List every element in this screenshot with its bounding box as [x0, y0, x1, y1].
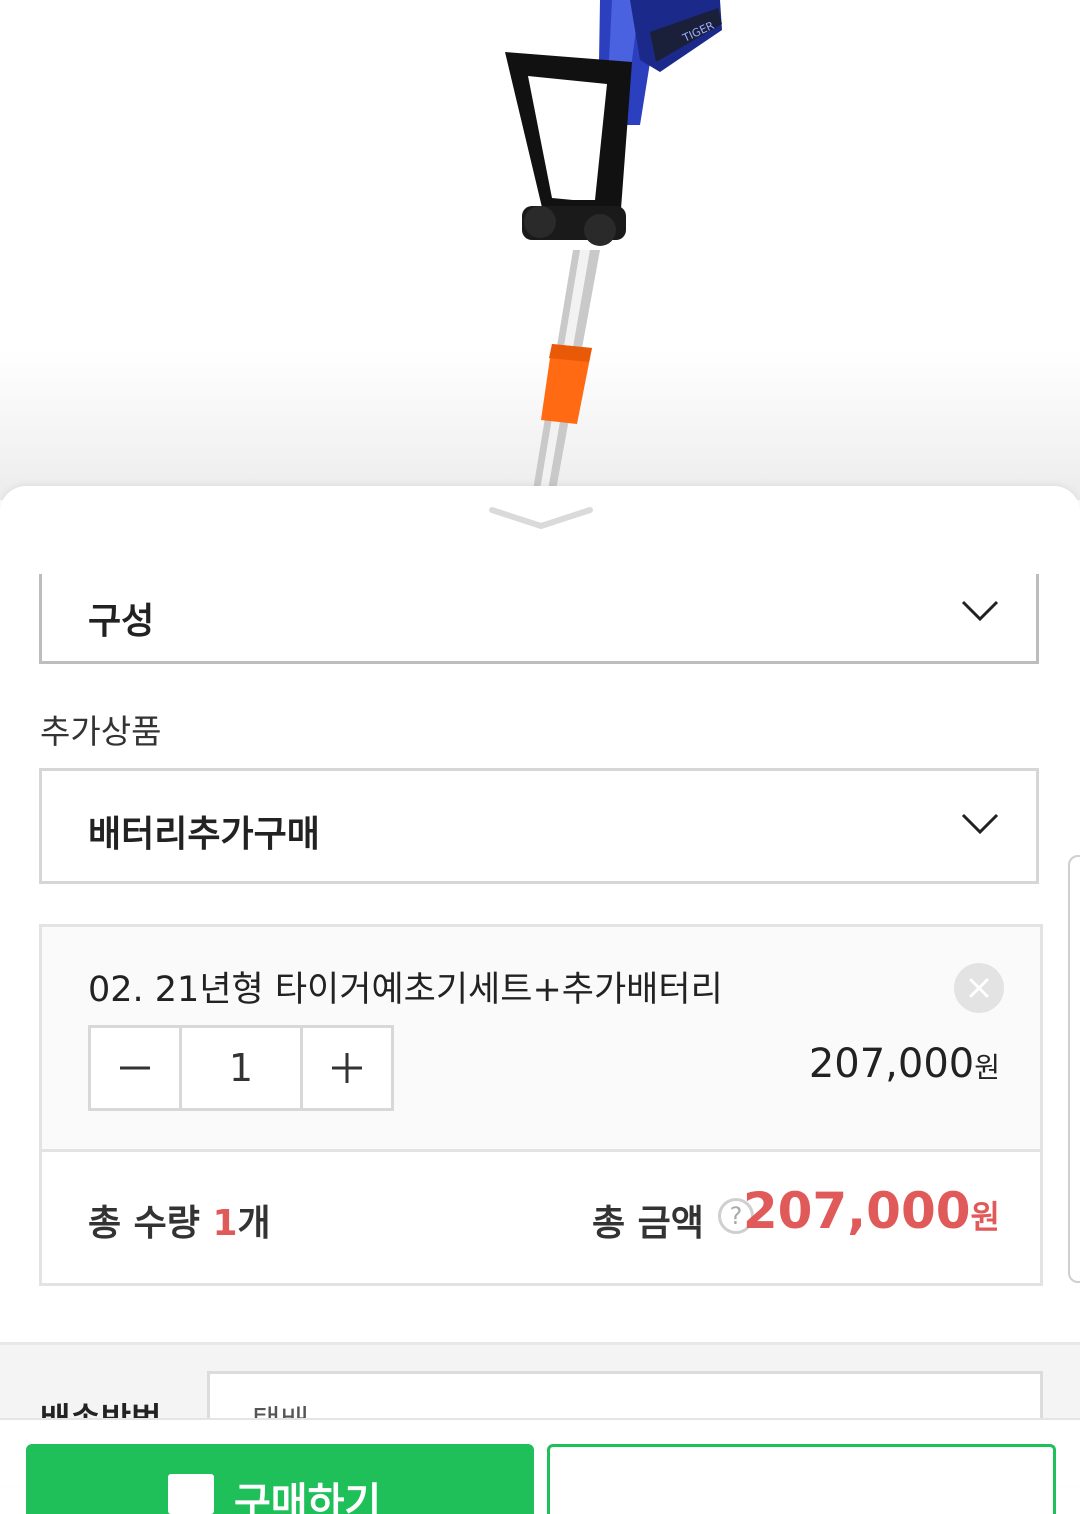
selected-item-card: 02. 21년형 타이거예초기세트+추가배터리 1 207,000원 총 수량 …	[39, 924, 1043, 1286]
secondary-action-button[interactable]	[547, 1444, 1056, 1514]
total-qty-suffix: 개	[237, 1203, 271, 1244]
total-quantity: 총 수량 1개	[88, 1194, 271, 1246]
total-amount-label: 총 금액	[592, 1203, 704, 1244]
product-image: TIGER	[0, 0, 1080, 500]
plus-icon	[332, 1053, 362, 1083]
buy-icon	[168, 1474, 214, 1514]
side-scroll-handle[interactable]	[1068, 855, 1080, 1283]
item-price-unit: 원	[974, 1051, 1000, 1084]
item-price-value: 207,000	[808, 1041, 975, 1087]
total-qty-prefix: 총 수량	[88, 1203, 213, 1244]
config-select-label: 구성	[88, 601, 155, 642]
sheet-collapse-handle-icon[interactable]	[488, 504, 594, 532]
addon-select-label: 배터리추가구매	[88, 814, 320, 855]
bottom-action-bar: 구매하기	[0, 1418, 1080, 1514]
totals-row: 총 수량 1개 총 금액 ? 207,000원	[42, 1152, 1040, 1283]
decrease-quantity-button[interactable]	[91, 1028, 179, 1108]
chevron-down-icon	[961, 600, 999, 622]
chevron-down-icon	[961, 813, 999, 835]
selected-item-name: 02. 21년형 타이거예초기세트+추가배터리	[88, 970, 723, 1010]
increase-quantity-button[interactable]	[303, 1028, 391, 1108]
buy-button-label: 구매하기	[234, 1480, 382, 1514]
grass-trimmer-illustration: TIGER	[505, 0, 722, 490]
close-icon	[969, 978, 989, 998]
total-amount-value: 207,000	[742, 1182, 971, 1240]
minus-icon	[120, 1066, 150, 1070]
buy-button[interactable]: 구매하기	[26, 1444, 534, 1514]
item-price: 207,000원	[809, 1041, 1000, 1087]
quantity-value[interactable]: 1	[179, 1028, 303, 1108]
total-amount: 207,000원	[743, 1182, 1000, 1240]
config-select[interactable]: 구성	[39, 574, 1039, 664]
remove-item-button[interactable]	[954, 963, 1004, 1013]
quantity-stepper: 1	[88, 1025, 394, 1111]
total-qty-value: 1	[212, 1203, 238, 1244]
addon-section-label: 추가상품	[40, 712, 162, 751]
option-bottom-sheet: 구성 추가상품 배터리추가구매 02. 21년형 타이거예초기세트+추가배터리 …	[0, 486, 1080, 1484]
addon-select[interactable]: 배터리추가구매	[39, 768, 1039, 884]
total-amount-unit: 원	[970, 1198, 1000, 1236]
